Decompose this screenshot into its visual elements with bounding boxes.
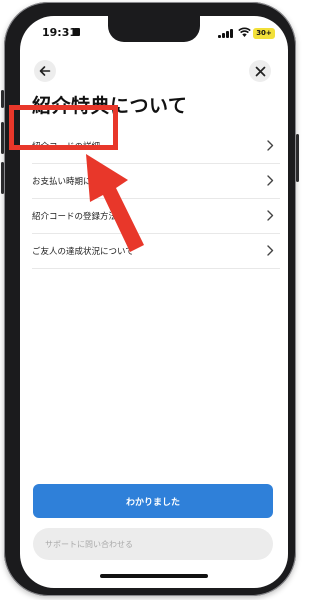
chevron-right-icon — [267, 175, 274, 186]
chevron-right-icon — [267, 245, 274, 256]
arrow-left-icon — [39, 66, 51, 76]
power-button — [296, 134, 299, 182]
volume-up-button — [1, 122, 4, 154]
back-button[interactable] — [34, 60, 56, 82]
orientation-lock-icon — [74, 28, 80, 36]
list-item-friend-status[interactable]: ご友人の達成状況について — [32, 234, 280, 269]
confirm-button[interactable]: わかりました — [33, 484, 273, 518]
close-button[interactable] — [249, 60, 271, 82]
annotation-highlight-box — [9, 105, 118, 150]
list-item-payment-timing[interactable]: お支払い時期について — [32, 164, 280, 199]
chevron-right-icon — [267, 140, 274, 151]
battery-icon: 30+ — [253, 28, 275, 39]
screen: 19:31 30+ 紹介特典について 紹介コードの詳細 お支払い時期について 紹… — [20, 16, 288, 588]
faq-list: 紹介コードの詳細 お支払い時期について 紹介コードの登録方法 ご友人の達成状況に… — [32, 129, 280, 269]
status-bar: 19:31 30+ — [20, 24, 288, 44]
volume-down-button — [1, 162, 4, 194]
cellular-signal-icon — [218, 29, 234, 38]
chevron-right-icon — [267, 210, 274, 221]
annotation-arrow-icon — [86, 154, 144, 252]
wifi-icon — [238, 27, 251, 37]
phone-frame: 19:31 30+ 紹介特典について 紹介コードの詳細 お支払い時期について 紹… — [1, 2, 299, 596]
close-icon — [255, 66, 265, 76]
contact-support-input[interactable]: サポートに問い合わせる — [33, 528, 273, 560]
home-indicator — [100, 574, 208, 578]
status-time: 19:31 — [42, 26, 78, 39]
silent-switch — [1, 90, 4, 108]
list-item-code-registration[interactable]: 紹介コードの登録方法 — [32, 199, 280, 234]
